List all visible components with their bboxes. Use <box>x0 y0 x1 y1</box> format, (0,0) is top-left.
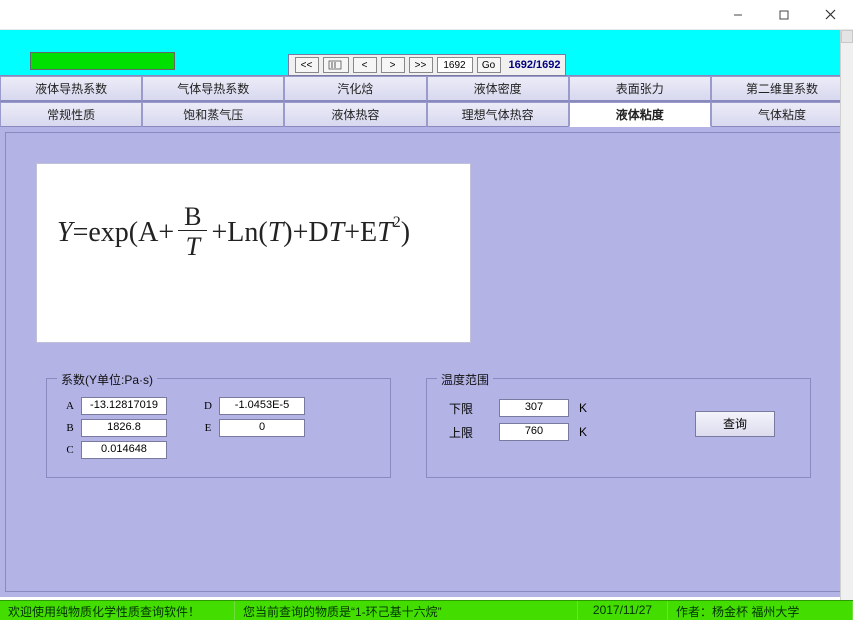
vertical-scrollbar[interactable] <box>840 30 853 600</box>
formula-text: Y = exp(A+ B T +Ln( T )+D T +E T 2 ) <box>57 204 450 262</box>
coeff-label-E: E <box>197 422 219 434</box>
formula-frac-den: T <box>180 231 206 262</box>
maximize-button[interactable] <box>761 0 807 30</box>
coeff-value-D[interactable]: -1.0453E-5 <box>219 397 305 415</box>
nav-page-input[interactable] <box>437 57 473 73</box>
formula-after-ln: )+D <box>283 217 328 249</box>
formula-frac-num: B <box>178 204 207 231</box>
coeff-label-C: C <box>59 444 81 456</box>
formula-fraction: B T <box>178 204 207 262</box>
formula-plus-e: +E <box>344 217 377 249</box>
tab-vaporization-enthalpy[interactable]: 汽化焓 <box>284 76 426 101</box>
formula-square: 2 <box>393 214 401 232</box>
tab-general-props[interactable]: 常规性质 <box>0 102 142 127</box>
formula-eq: = <box>73 217 89 249</box>
content-inner: Y = exp(A+ B T +Ln( T )+D T +E T 2 ) 系数(… <box>5 132 848 592</box>
range-upper-unit: K <box>579 425 599 439</box>
tab-second-virial[interactable]: 第二维里系数 <box>711 76 853 101</box>
nav-step-next-button[interactable]: > <box>381 57 405 73</box>
tab-liquid-viscosity[interactable]: 液体粘度 <box>569 102 711 127</box>
tab-liquid-thermal-conductivity[interactable]: 液体导热系数 <box>0 76 142 101</box>
formula-T3: T <box>377 217 393 249</box>
nav-go-button[interactable]: Go <box>477 57 501 73</box>
scrollbar-up-arrow[interactable] <box>841 30 853 43</box>
formula-display: Y = exp(A+ B T +Ln( T )+D T +E T 2 ) <box>36 163 471 343</box>
coeff-value-C[interactable]: 0.014648 <box>81 441 167 459</box>
coefficients-group: 系数(Y单位:Pa·s) A -13.12817019 B 1826.8 C 0… <box>46 378 391 478</box>
range-upper-value[interactable]: 760 <box>499 423 569 441</box>
coeff-label-A: A <box>59 400 81 412</box>
coeff-value-A[interactable]: -13.12817019 <box>81 397 167 415</box>
formula-close: ) <box>401 217 410 249</box>
window-titlebar <box>0 0 853 30</box>
close-button[interactable] <box>807 0 853 30</box>
status-author: 作者：杨金杯 福州大学 <box>668 601 853 620</box>
temperature-range-legend: 温度范围 <box>437 371 493 388</box>
tab-gas-thermal-conductivity[interactable]: 气体导热系数 <box>142 76 284 101</box>
coeff-label-D: D <box>197 400 219 412</box>
coeff-label-B: B <box>59 422 81 434</box>
tabs-row-2: 常规性质 饱和蒸气压 液体热容 理想气体热容 液体粘度 气体粘度 <box>0 101 853 127</box>
tab-surface-tension[interactable]: 表面张力 <box>569 76 711 101</box>
nav-last-button[interactable]: >> <box>409 57 433 73</box>
status-date: 2017/11/27 <box>578 601 668 620</box>
tab-sat-vapor-pressure[interactable]: 饱和蒸气压 <box>142 102 284 127</box>
toolbar-active-stub <box>30 52 175 70</box>
nav-prev-button[interactable] <box>323 57 349 73</box>
range-upper-label: 上限 <box>449 424 489 441</box>
tab-ideal-gas-heat-capacity[interactable]: 理想气体热容 <box>427 102 569 127</box>
formula-T2: T <box>329 217 345 249</box>
minimize-button[interactable] <box>715 0 761 30</box>
status-welcome: 欢迎使用纯物质化学性质查询软件！ <box>0 601 235 620</box>
nav-first-button[interactable]: << <box>295 57 319 73</box>
tab-liquid-density[interactable]: 液体密度 <box>427 76 569 101</box>
nav-step-prev-button[interactable]: < <box>353 57 377 73</box>
tab-liquid-heat-capacity[interactable]: 液体热容 <box>284 102 426 127</box>
coeff-value-B[interactable]: 1826.8 <box>81 419 167 437</box>
coefficients-legend: 系数(Y单位:Pa·s) <box>57 371 157 388</box>
status-bar: 欢迎使用纯物质化学性质查询软件！ 您当前查询的物质是“1-环己基十六烷” 201… <box>0 600 853 620</box>
formula-plus-ln: +Ln( <box>211 217 267 249</box>
formula-exp-open: exp(A+ <box>88 217 174 249</box>
tabs-row-1: 液体导热系数 气体导热系数 汽化焓 液体密度 表面张力 第二维里系数 <box>0 75 853 101</box>
tab-gas-viscosity[interactable]: 气体粘度 <box>711 102 853 127</box>
formula-sym-Y: Y <box>57 217 73 249</box>
status-current-substance: 您当前查询的物质是“1-环己基十六烷” <box>235 601 578 620</box>
range-lower-unit: K <box>579 401 599 415</box>
temperature-range-group: 温度范围 下限 307 K 上限 760 K 查询 <box>426 378 811 478</box>
range-lower-value[interactable]: 307 <box>499 399 569 417</box>
query-button[interactable]: 查询 <box>695 411 775 437</box>
formula-T1: T <box>268 217 284 249</box>
nav-total-label: 1692/1692 <box>509 59 561 71</box>
content-pane: Y = exp(A+ B T +Ln( T )+D T +E T 2 ) 系数(… <box>0 127 853 597</box>
range-lower-label: 下限 <box>449 400 489 417</box>
coeff-value-E[interactable]: 0 <box>219 419 305 437</box>
record-navigator: << < > >> Go 1692/1692 <box>288 54 566 76</box>
